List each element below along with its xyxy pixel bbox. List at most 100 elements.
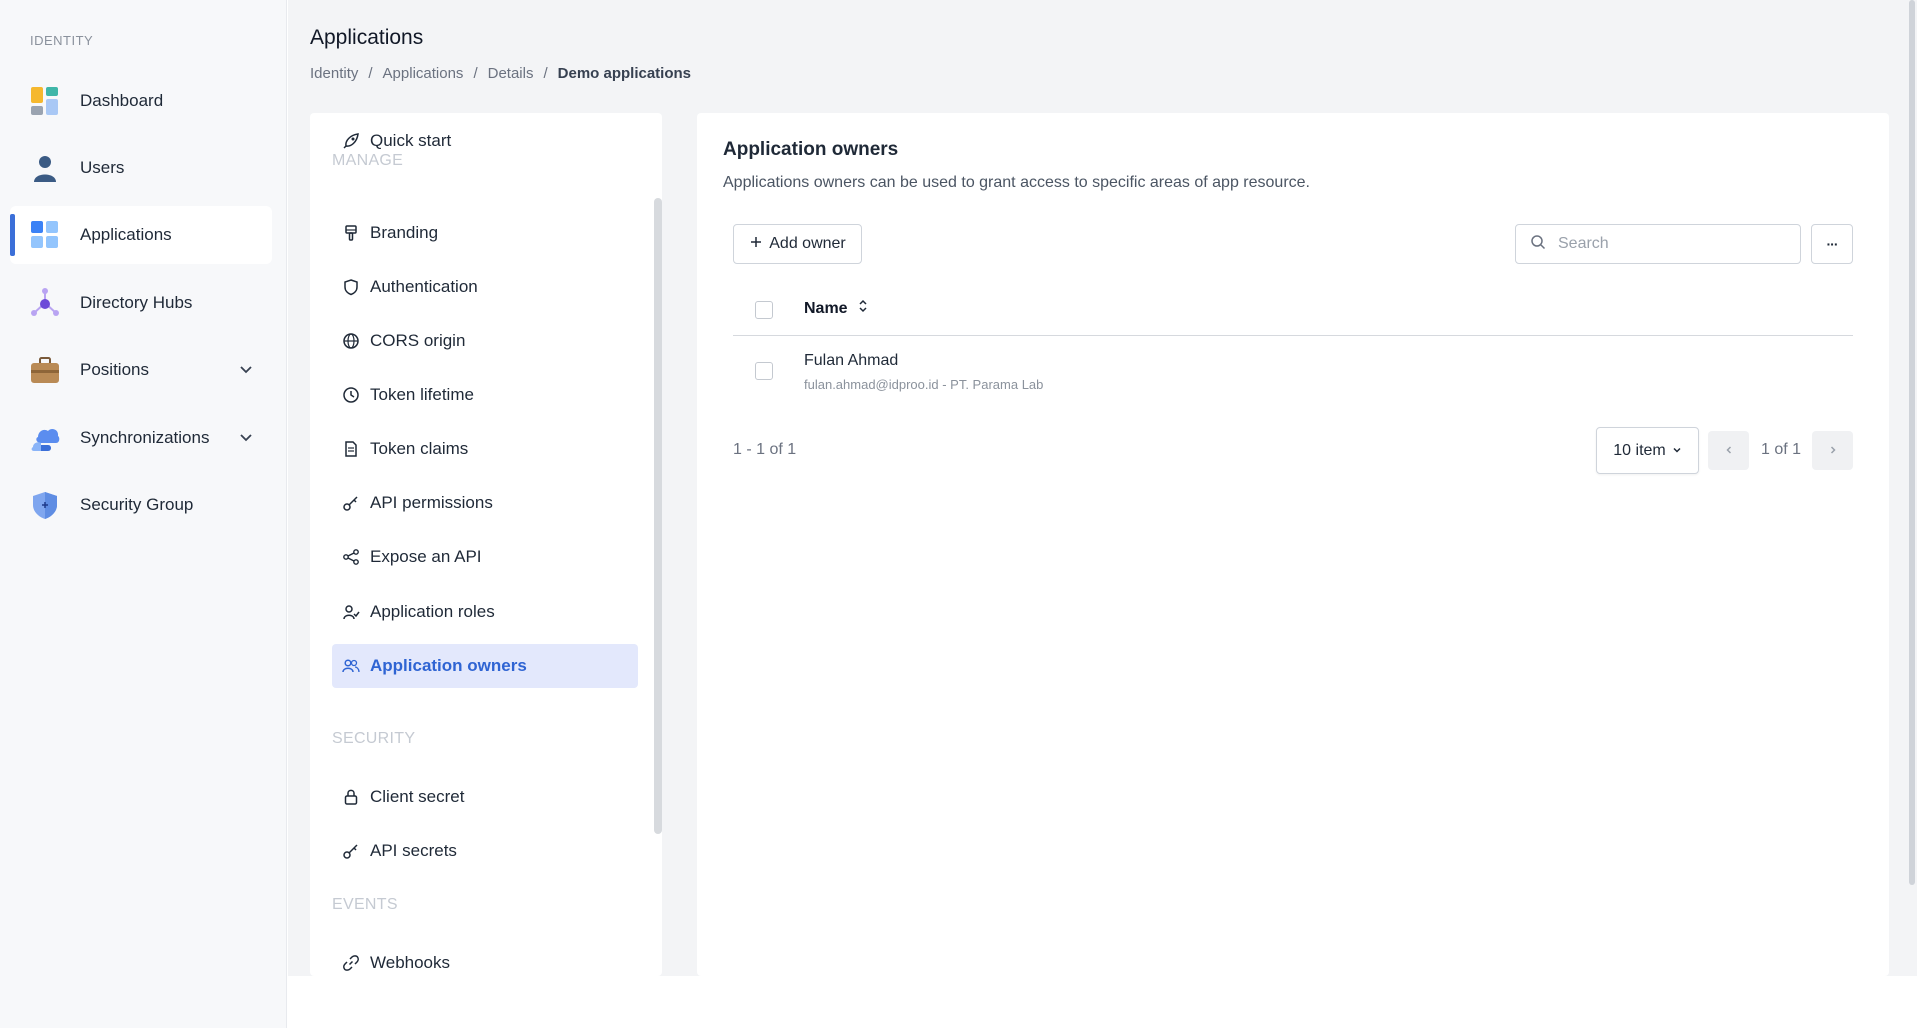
menu-item-expose-api[interactable]: Expose an API <box>332 535 638 579</box>
globe-icon <box>342 332 360 350</box>
page-scrollbar[interactable] <box>1907 0 1917 976</box>
sidebar-item-label: Directory Hubs <box>80 293 193 312</box>
user-check-icon <box>342 603 360 621</box>
menu-item-cors-origin[interactable]: CORS origin <box>332 319 638 363</box>
sidebar-item-applications[interactable]: Applications <box>10 206 272 264</box>
document-icon <box>342 440 360 458</box>
breadcrumb-item-identity[interactable]: Identity <box>310 65 358 82</box>
breadcrumb: Identity / Applications / Details / Demo… <box>310 65 691 82</box>
search-icon <box>1530 234 1546 255</box>
menu-item-label: Quick start <box>370 131 452 150</box>
sidebar-item-label: Dashboard <box>80 91 164 110</box>
next-page-button[interactable] <box>1812 431 1853 470</box>
menu-item-label: CORS origin <box>370 331 466 350</box>
chevron-left-icon <box>1724 442 1734 460</box>
clock-icon <box>342 386 360 404</box>
search-box[interactable] <box>1515 224 1801 264</box>
chevron-down-icon[interactable] <box>238 361 254 377</box>
applications-icon <box>30 220 60 250</box>
menu-item-label: Client secret <box>370 787 465 806</box>
menu-item-label: Authentication <box>370 277 478 296</box>
sidebar-item-label: Security Group <box>80 495 194 514</box>
breadcrumb-separator: / <box>543 65 548 82</box>
dashboard-icon <box>30 86 60 116</box>
rocket-icon <box>342 132 360 150</box>
sidebar-item-security-group[interactable]: Security Group <box>10 476 272 534</box>
owner-email-company: fulan.ahmad@idproo.id - PT. Parama Lab <box>804 377 1044 392</box>
menu-item-label: API secrets <box>370 841 457 860</box>
page-title: Applications <box>310 26 424 49</box>
pagination-range: 1 - 1 of 1 <box>733 441 797 458</box>
menu-item-token-lifetime[interactable]: Token lifetime <box>332 373 638 417</box>
menu-item-webhooks[interactable]: Webhooks <box>332 941 638 976</box>
lock-icon <box>342 788 360 806</box>
key-icon <box>342 494 360 512</box>
panel-title: Application owners <box>723 139 899 160</box>
breadcrumb-separator: / <box>368 65 373 82</box>
application-settings-menu: Quick start MANAGE Branding Authenticati… <box>310 113 662 976</box>
add-owner-button[interactable]: Add owner <box>733 224 862 264</box>
chevron-right-icon <box>1828 442 1838 460</box>
breadcrumb-separator: / <box>473 65 478 82</box>
menu-item-application-roles[interactable]: Application roles <box>332 590 638 634</box>
more-options-button[interactable]: ··· <box>1811 224 1853 264</box>
table-header: Name <box>733 283 1853 336</box>
menu-section-security: SECURITY <box>332 730 416 747</box>
sidebar-item-synchronizations[interactable]: Synchronizations <box>10 409 272 467</box>
menu-item-application-owners[interactable]: Application owners <box>332 644 638 688</box>
menu-item-authentication[interactable]: Authentication <box>332 265 638 309</box>
briefcase-icon <box>30 355 60 385</box>
sidebar-section-label: IDENTITY <box>30 33 94 48</box>
page-size-select[interactable]: 10 item <box>1596 427 1699 474</box>
users-icon <box>342 657 360 675</box>
menu-item-label: Webhooks <box>370 953 451 972</box>
previous-page-button[interactable] <box>1708 431 1749 470</box>
plus-icon <box>749 235 763 254</box>
key-icon <box>342 842 360 860</box>
add-owner-label: Add owner <box>769 235 846 252</box>
application-owners-panel: Application owners Applications owners c… <box>697 113 1889 976</box>
main-sidebar: IDENTITY Dashboard Users Applications Di… <box>0 0 287 1028</box>
directory-hub-icon <box>30 288 60 318</box>
menu-item-label: Token claims <box>370 439 469 458</box>
menu-item-client-secret[interactable]: Client secret <box>332 775 638 819</box>
search-input[interactable] <box>1558 235 1778 253</box>
select-all-checkbox[interactable] <box>755 301 773 319</box>
breadcrumb-item-current: Demo applications <box>557 65 691 82</box>
breadcrumb-item-applications[interactable]: Applications <box>383 65 464 82</box>
page-size-value: 10 item <box>1613 441 1666 459</box>
menu-item-token-claims[interactable]: Token claims <box>332 427 638 471</box>
sidebar-item-dashboard[interactable]: Dashboard <box>10 72 272 130</box>
menu-section-manage: MANAGE <box>332 152 404 169</box>
user-icon <box>30 153 60 183</box>
breadcrumb-item-details[interactable]: Details <box>488 65 534 82</box>
sidebar-item-directory-hubs[interactable]: Directory Hubs <box>10 274 272 332</box>
table-row[interactable]: Fulan Ahmad fulan.ahmad@idproo.id - PT. … <box>733 337 1853 407</box>
sidebar-item-label: Users <box>80 158 125 177</box>
menu-item-label: Expose an API <box>370 547 482 566</box>
column-header-label: Name <box>804 299 848 317</box>
brush-icon <box>342 224 360 242</box>
menu-item-label: Token lifetime <box>370 385 474 404</box>
link-icon <box>342 954 360 972</box>
chevron-down-icon[interactable] <box>238 429 254 445</box>
chevron-down-icon <box>1672 442 1682 460</box>
menu-item-api-permissions[interactable]: API permissions <box>332 481 638 525</box>
menu-scrollbar[interactable] <box>654 198 662 834</box>
shield-icon <box>342 278 360 296</box>
sidebar-item-positions[interactable]: Positions <box>10 341 272 399</box>
menu-item-label: API permissions <box>370 493 493 512</box>
sort-icon <box>858 299 868 318</box>
menu-item-api-secrets[interactable]: API secrets <box>332 829 638 873</box>
page-scrollbar-thumb[interactable] <box>1909 0 1915 885</box>
column-header-name[interactable]: Name <box>804 299 868 318</box>
menu-item-branding[interactable]: Branding <box>332 211 638 255</box>
sidebar-item-label: Synchronizations <box>80 428 210 447</box>
menu-item-label: Application roles <box>370 602 495 621</box>
page-indicator: 1 of 1 <box>1761 441 1802 458</box>
share-icon <box>342 548 360 566</box>
sidebar-item-label: Positions <box>80 360 149 379</box>
row-checkbox[interactable] <box>755 362 773 380</box>
sidebar-item-users[interactable]: Users <box>10 139 272 197</box>
sidebar-item-label: Applications <box>80 225 172 244</box>
